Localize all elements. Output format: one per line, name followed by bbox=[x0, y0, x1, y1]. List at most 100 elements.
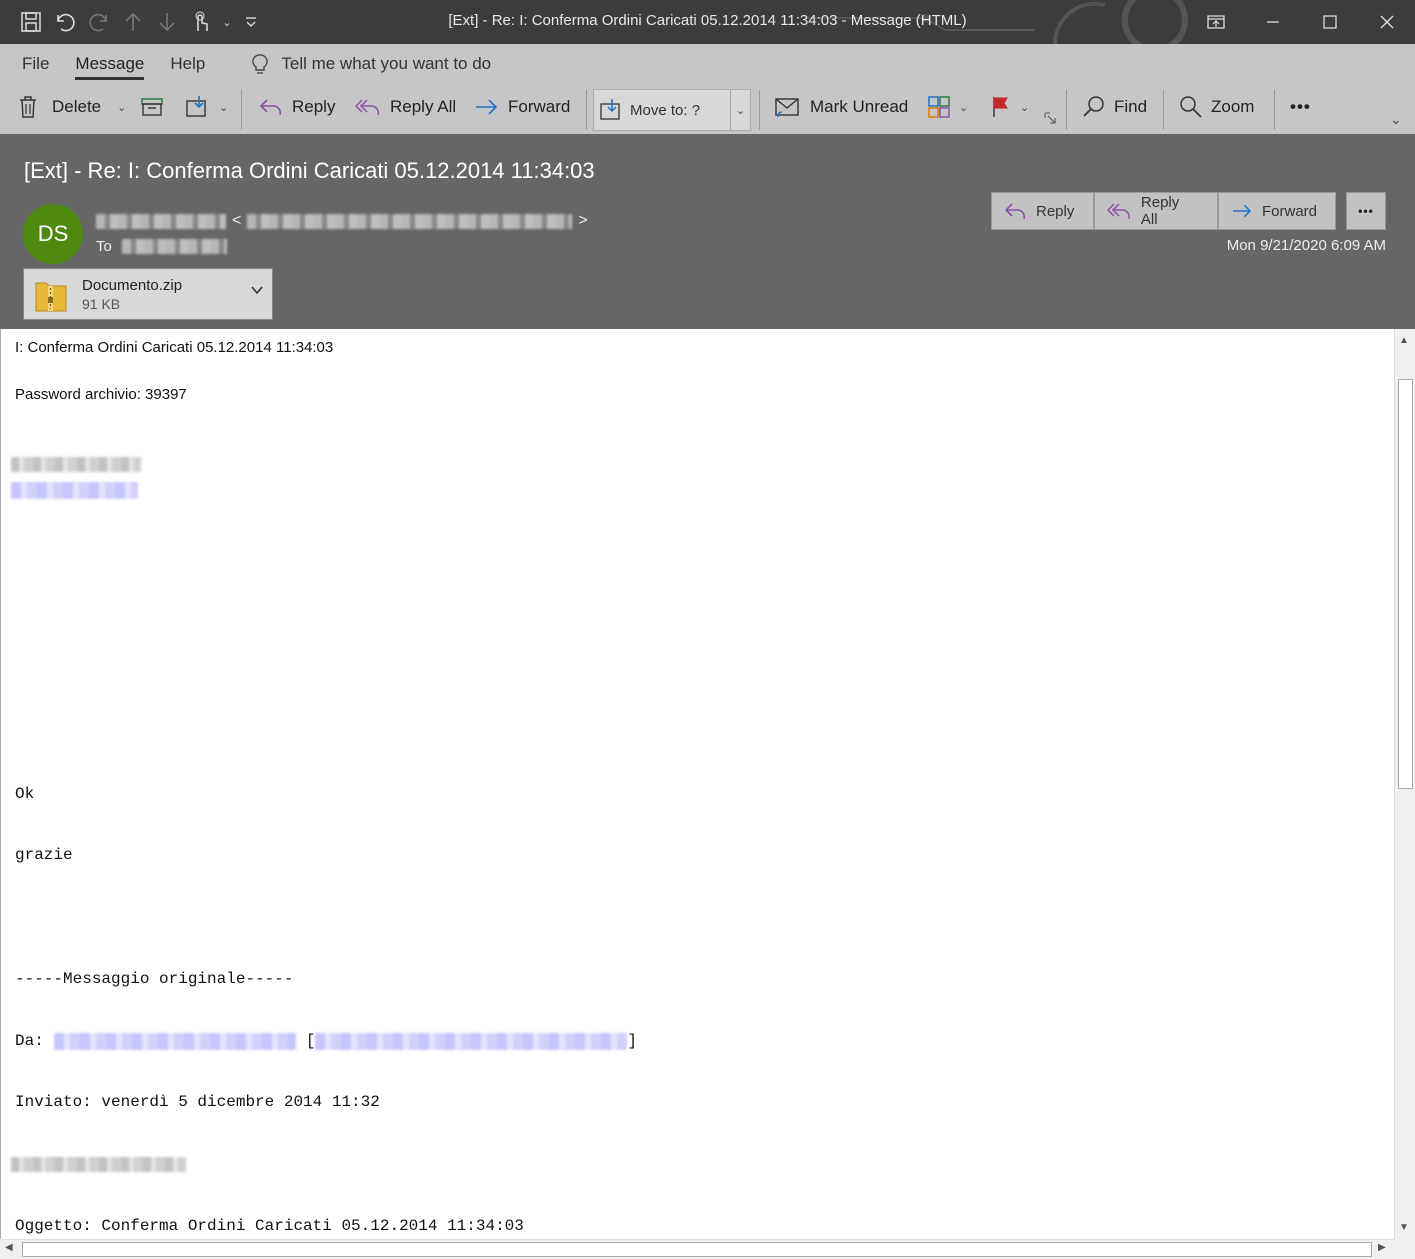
attachment-size: 91 KB bbox=[82, 296, 121, 312]
received-date: Mon 9/21/2020 6:09 AM bbox=[1226, 237, 1386, 254]
more-commands-button[interactable]: ••• bbox=[1290, 88, 1311, 126]
sender-email-redacted bbox=[247, 213, 573, 229]
follow-up-button[interactable]: ⌄ bbox=[990, 88, 1029, 126]
from-email-redacted[interactable] bbox=[53, 1032, 296, 1050]
sender-open-bracket: < bbox=[232, 212, 242, 229]
header-reply-button[interactable]: Reply bbox=[991, 192, 1094, 230]
minimize-icon[interactable] bbox=[1244, 0, 1301, 44]
from-open-bracket: [ bbox=[305, 1032, 316, 1050]
vertical-scroll-thumb[interactable] bbox=[1398, 379, 1413, 789]
attachment-name: Documento.zip bbox=[82, 277, 183, 294]
ribbon: File Message Help Tell me what you want … bbox=[0, 44, 1415, 134]
chevron-down-icon[interactable]: ⌄ bbox=[219, 101, 228, 114]
scroll-left-icon[interactable]: ◀ bbox=[5, 1242, 13, 1253]
reply-icon bbox=[259, 99, 282, 116]
reply-button[interactable]: Reply bbox=[258, 88, 335, 126]
find-icon bbox=[1083, 96, 1104, 117]
window-controls bbox=[1187, 0, 1415, 44]
chevron-down-icon[interactable]: ⌄ bbox=[1020, 101, 1029, 114]
original-message-separator: -----Messaggio originale----- bbox=[15, 970, 294, 988]
message-header: [Ext] - Re: I: Conferma Ordini Caricati … bbox=[0, 134, 1415, 329]
delete-label: Delete bbox=[52, 97, 102, 116]
chevron-down-icon[interactable]: ⌄ bbox=[959, 101, 968, 114]
message-subject: [Ext] - Re: I: Conferma Ordini Caricati … bbox=[24, 158, 595, 183]
header-more-label: ••• bbox=[1358, 204, 1374, 218]
categorize-icon bbox=[928, 96, 950, 118]
move-button[interactable]: ⌄ bbox=[185, 88, 228, 126]
reply-all-button[interactable]: Reply All bbox=[354, 88, 456, 126]
move-to-label: Move to: ? bbox=[630, 101, 701, 119]
categorize-button[interactable]: ⌄ bbox=[927, 88, 968, 126]
title-bar: ⌄ [Ext] - Re: I: Conferma Ordini Caricat… bbox=[0, 0, 1415, 44]
body-line-grazie: grazie bbox=[15, 846, 73, 864]
signature-link-redacted[interactable] bbox=[11, 482, 138, 499]
ribbon-display-options-icon[interactable] bbox=[1187, 0, 1244, 44]
archive-icon bbox=[141, 98, 163, 116]
scroll-up-icon[interactable]: ▲ bbox=[1399, 335, 1409, 346]
tab-message-label: Message bbox=[75, 54, 145, 80]
tell-me-search[interactable]: Tell me what you want to do bbox=[251, 53, 491, 75]
header-forward-button[interactable]: Forward bbox=[1218, 192, 1336, 230]
header-more-actions-button[interactable]: ••• bbox=[1346, 192, 1386, 230]
tab-message[interactable]: Message bbox=[49, 54, 145, 80]
trash-icon bbox=[20, 96, 36, 118]
to-label: To bbox=[96, 238, 112, 255]
header-reply-all-label: Reply All bbox=[1140, 194, 1180, 228]
divider bbox=[759, 90, 760, 130]
scrollbar-corner bbox=[1394, 1239, 1415, 1259]
from-close-bracket: ] bbox=[627, 1032, 638, 1050]
chevron-down-icon bbox=[251, 286, 263, 295]
divider bbox=[1274, 90, 1275, 130]
maximize-icon[interactable] bbox=[1301, 0, 1358, 44]
ribbon-commands: Delete ⌄ ⌄ Reply Reply All Forward Move … bbox=[0, 88, 1415, 131]
from-mailto-redacted[interactable] bbox=[315, 1032, 628, 1050]
chevron-down-icon: ⌄ bbox=[1390, 110, 1402, 127]
body-line-subject: I: Conferma Ordini Caricati 05.12.2014 1… bbox=[15, 339, 334, 356]
archive-button[interactable] bbox=[140, 88, 164, 126]
collapse-ribbon-button[interactable]: ⌄ bbox=[1390, 100, 1402, 138]
zip-file-icon bbox=[35, 282, 67, 312]
original-to-redacted bbox=[11, 1157, 186, 1172]
recipient-redacted[interactable] bbox=[121, 239, 227, 254]
attachment-card[interactable]: Documento.zip 91 KB bbox=[23, 268, 273, 320]
move-to-quick-step[interactable]: Move to: ? ⌄ bbox=[593, 89, 751, 131]
delete-button[interactable]: Delete ⌄ bbox=[18, 88, 126, 126]
quick-steps-dropdown[interactable]: ⌄ bbox=[730, 90, 750, 130]
reply-all-label: Reply All bbox=[390, 97, 457, 116]
tab-file[interactable]: File bbox=[0, 54, 49, 74]
envelope-icon bbox=[775, 98, 799, 118]
header-reply-all-button[interactable]: Reply All bbox=[1094, 192, 1218, 230]
zoom-button[interactable]: Zoom bbox=[1179, 88, 1254, 126]
find-button[interactable]: Find bbox=[1082, 88, 1147, 126]
reply-all-icon bbox=[1107, 203, 1130, 220]
tell-me-text: Tell me what you want to do bbox=[281, 54, 492, 73]
vertical-scrollbar[interactable]: ▲ ▼ bbox=[1394, 329, 1415, 1239]
attachment-dropdown[interactable] bbox=[250, 283, 264, 302]
horizontal-scrollbar[interactable]: ◀ ▶ bbox=[0, 1239, 1394, 1259]
avatar[interactable]: DS bbox=[23, 204, 83, 264]
mark-unread-button[interactable]: Mark Unread bbox=[774, 88, 908, 126]
tab-help[interactable]: Help bbox=[144, 54, 205, 74]
divider bbox=[1163, 90, 1164, 130]
header-reply-label: Reply bbox=[1036, 202, 1075, 220]
forward-label: Forward bbox=[508, 97, 571, 116]
find-label: Find bbox=[1114, 97, 1148, 116]
horizontal-scroll-thumb[interactable] bbox=[22, 1242, 1372, 1257]
sender-name-redacted bbox=[96, 213, 226, 229]
original-subject-line: Oggetto: Conferma Ordini Caricati 05.12.… bbox=[15, 1217, 524, 1235]
reply-label: Reply bbox=[292, 97, 336, 116]
close-icon[interactable] bbox=[1358, 0, 1415, 44]
ribbon-tabs: File Message Help Tell me what you want … bbox=[0, 44, 491, 84]
zoom-label: Zoom bbox=[1211, 97, 1255, 116]
scroll-down-icon[interactable]: ▼ bbox=[1399, 1222, 1409, 1233]
move-to-folder-icon bbox=[186, 96, 206, 117]
sender-line[interactable]: < > bbox=[96, 212, 588, 230]
reply-all-icon bbox=[354, 99, 380, 116]
sender-close-bracket: > bbox=[578, 212, 588, 229]
chevron-down-icon[interactable]: ⌄ bbox=[117, 101, 126, 114]
forward-button[interactable]: Forward bbox=[474, 88, 570, 126]
tags-dialog-launcher[interactable] bbox=[1044, 108, 1056, 128]
scroll-right-icon[interactable]: ▶ bbox=[1378, 1242, 1386, 1253]
reply-icon bbox=[1004, 203, 1026, 220]
header-forward-label: Forward bbox=[1261, 202, 1317, 220]
